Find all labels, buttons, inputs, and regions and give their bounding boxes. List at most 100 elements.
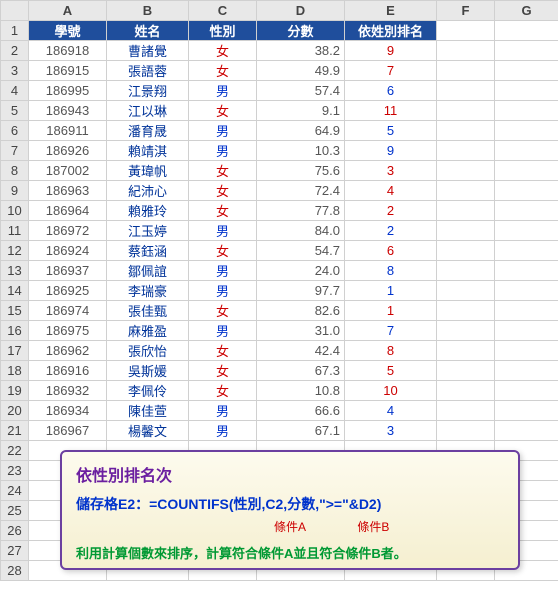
cell-gender[interactable]: 女: [189, 181, 257, 201]
cell[interactable]: [437, 321, 495, 341]
row-header[interactable]: 11: [1, 221, 29, 241]
cell-score[interactable]: 77.8: [257, 201, 345, 221]
cell-id[interactable]: 186974: [29, 301, 107, 321]
cell-score[interactable]: 84.0: [257, 221, 345, 241]
cell-name[interactable]: 麻雅盈: [107, 321, 189, 341]
cell-score[interactable]: 38.2: [257, 41, 345, 61]
cell-id[interactable]: 186995: [29, 81, 107, 101]
cell-rank[interactable]: 5: [345, 121, 437, 141]
cell-gender[interactable]: 男: [189, 401, 257, 421]
cell[interactable]: [437, 61, 495, 81]
cell-score[interactable]: 9.1: [257, 101, 345, 121]
cell-score[interactable]: 72.4: [257, 181, 345, 201]
cell[interactable]: [437, 221, 495, 241]
cell-name[interactable]: 李佩伶: [107, 381, 189, 401]
header-cell[interactable]: 學號: [29, 21, 107, 41]
cell-gender[interactable]: 女: [189, 161, 257, 181]
cell[interactable]: [437, 261, 495, 281]
cell-id[interactable]: 186915: [29, 61, 107, 81]
cell-name[interactable]: 李瑞豪: [107, 281, 189, 301]
cell[interactable]: [495, 41, 558, 61]
cell-id[interactable]: 186934: [29, 401, 107, 421]
row-header[interactable]: 4: [1, 81, 29, 101]
cell[interactable]: [437, 341, 495, 361]
cell[interactable]: [495, 81, 558, 101]
cell[interactable]: [437, 101, 495, 121]
cell-rank[interactable]: 9: [345, 41, 437, 61]
header-cell[interactable]: 性別: [189, 21, 257, 41]
cell-name[interactable]: 陳佳萱: [107, 401, 189, 421]
cell-score[interactable]: 64.9: [257, 121, 345, 141]
cell-id[interactable]: 186962: [29, 341, 107, 361]
row-header[interactable]: 28: [1, 561, 29, 581]
cell[interactable]: [437, 141, 495, 161]
cell-id[interactable]: 187002: [29, 161, 107, 181]
cell-name[interactable]: 潘育晟: [107, 121, 189, 141]
row-header[interactable]: 15: [1, 301, 29, 321]
row-header[interactable]: 12: [1, 241, 29, 261]
cell-gender[interactable]: 女: [189, 201, 257, 221]
row-header[interactable]: 22: [1, 441, 29, 461]
cell-rank[interactable]: 3: [345, 421, 437, 441]
cell[interactable]: [495, 21, 558, 41]
cell-gender[interactable]: 女: [189, 241, 257, 261]
cell[interactable]: [437, 301, 495, 321]
cell-rank[interactable]: 11: [345, 101, 437, 121]
cell-id[interactable]: 186926: [29, 141, 107, 161]
cell-score[interactable]: 82.6: [257, 301, 345, 321]
cell-gender[interactable]: 女: [189, 341, 257, 361]
row-header[interactable]: 8: [1, 161, 29, 181]
row-header[interactable]: 23: [1, 461, 29, 481]
cell-id[interactable]: 186916: [29, 361, 107, 381]
cell-gender[interactable]: 男: [189, 421, 257, 441]
cell-id[interactable]: 186918: [29, 41, 107, 61]
cell-name[interactable]: 楊馨文: [107, 421, 189, 441]
cell-rank[interactable]: 4: [345, 401, 437, 421]
cell-name[interactable]: 曹諸覺: [107, 41, 189, 61]
cell-rank[interactable]: 4: [345, 181, 437, 201]
row-header[interactable]: 17: [1, 341, 29, 361]
cell-rank[interactable]: 8: [345, 261, 437, 281]
cell-score[interactable]: 97.7: [257, 281, 345, 301]
cell-score[interactable]: 67.1: [257, 421, 345, 441]
row-header[interactable]: 18: [1, 361, 29, 381]
cell-gender[interactable]: 女: [189, 101, 257, 121]
cell-id[interactable]: 186911: [29, 121, 107, 141]
cell[interactable]: [437, 121, 495, 141]
cell[interactable]: [437, 381, 495, 401]
cell[interactable]: [495, 281, 558, 301]
cell[interactable]: [495, 161, 558, 181]
cell-name[interactable]: 江景翔: [107, 81, 189, 101]
row-header[interactable]: 5: [1, 101, 29, 121]
cell-rank[interactable]: 1: [345, 301, 437, 321]
cell-rank[interactable]: 2: [345, 201, 437, 221]
cell-rank[interactable]: 9: [345, 141, 437, 161]
cell-score[interactable]: 24.0: [257, 261, 345, 281]
cell-name[interactable]: 吳斯媛: [107, 361, 189, 381]
cell-rank[interactable]: 6: [345, 241, 437, 261]
cell-rank[interactable]: 10: [345, 381, 437, 401]
cell[interactable]: [437, 21, 495, 41]
cell-name[interactable]: 江玉婷: [107, 221, 189, 241]
row-header[interactable]: 25: [1, 501, 29, 521]
cell[interactable]: [495, 381, 558, 401]
row-header[interactable]: 7: [1, 141, 29, 161]
col-E[interactable]: E: [345, 1, 437, 21]
row-header[interactable]: 27: [1, 541, 29, 561]
cell-name[interactable]: 蔡鈺涵: [107, 241, 189, 261]
cell[interactable]: [495, 401, 558, 421]
header-cell[interactable]: 分數: [257, 21, 345, 41]
cell-gender[interactable]: 男: [189, 141, 257, 161]
cell[interactable]: [437, 161, 495, 181]
cell-score[interactable]: 10.8: [257, 381, 345, 401]
cell-name[interactable]: 黃瑋帆: [107, 161, 189, 181]
cell-score[interactable]: 66.6: [257, 401, 345, 421]
row-header[interactable]: 19: [1, 381, 29, 401]
cell-name[interactable]: 賴靖淇: [107, 141, 189, 161]
row-header[interactable]: 20: [1, 401, 29, 421]
cell-id[interactable]: 186964: [29, 201, 107, 221]
cell-rank[interactable]: 6: [345, 81, 437, 101]
cell[interactable]: [437, 241, 495, 261]
cell-id[interactable]: 186975: [29, 321, 107, 341]
header-cell[interactable]: 姓名: [107, 21, 189, 41]
